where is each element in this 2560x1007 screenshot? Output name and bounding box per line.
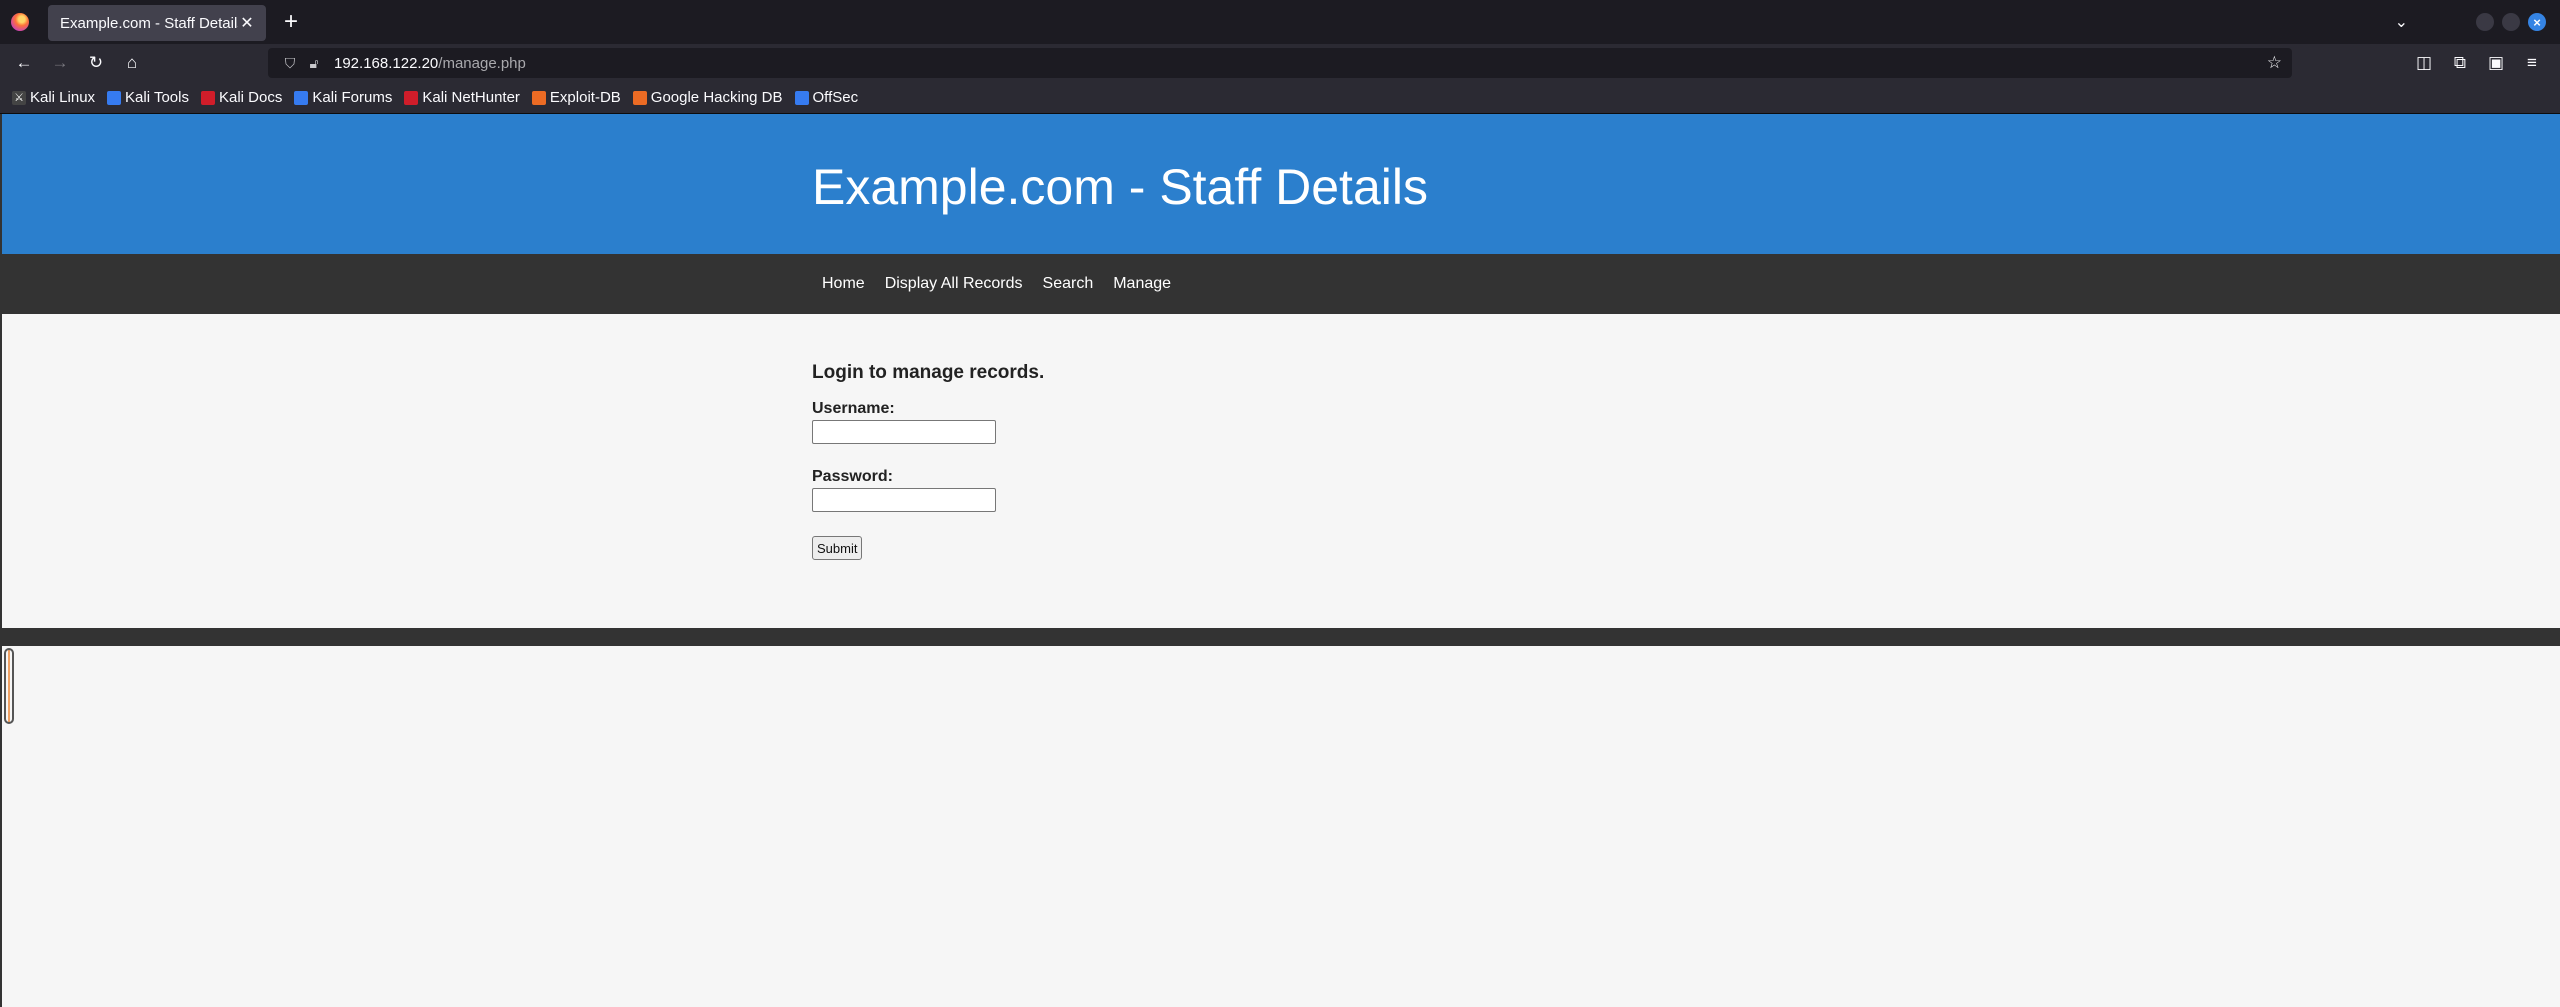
- exploit-db-icon: [531, 90, 546, 105]
- login-heading: Login to manage records.: [812, 362, 1045, 383]
- bookmark-label: Kali NetHunter: [422, 89, 520, 106]
- kali-linux-icon: ⚔: [12, 90, 26, 105]
- close-window-button[interactable]: ×: [2528, 13, 2546, 31]
- bookmark-label: Kali Linux: [30, 89, 96, 106]
- list-all-tabs-icon[interactable]: ⌄: [2395, 12, 2408, 32]
- back-arrow-icon[interactable]: ←: [6, 44, 42, 82]
- maximize-window-button[interactable]: [2502, 13, 2520, 31]
- url-path: /manage.php: [438, 54, 526, 72]
- menu-icon[interactable]: ≡: [2514, 44, 2550, 82]
- tab-title: Example.com - Staff Details: [60, 14, 238, 32]
- bookmark-kali-nethunter[interactable]: Kali NetHunter: [404, 89, 520, 106]
- bookmark-star-icon[interactable]: ☆: [2267, 53, 2282, 73]
- reload-icon[interactable]: ↻: [78, 44, 114, 82]
- firefox-icon[interactable]: [0, 0, 40, 44]
- offsec-icon: [794, 90, 809, 105]
- username-label: Username:: [812, 400, 895, 417]
- browser-tab[interactable]: Example.com - Staff Details ✕: [48, 5, 266, 41]
- bookmark-label: Exploit-DB: [549, 89, 621, 106]
- nav-link-home[interactable]: Home: [812, 275, 875, 293]
- kali-tools-icon: [107, 90, 122, 105]
- kali-forums-icon: [294, 90, 309, 105]
- site-header: Example.com - Staff Details: [2, 114, 2560, 254]
- bookmark-offsec[interactable]: OffSec: [794, 89, 859, 106]
- bookmark-label: Kali Tools: [125, 89, 189, 106]
- kali-docs-icon: [200, 90, 215, 105]
- bookmark-kali-forums[interactable]: Kali Forums: [294, 89, 392, 106]
- bookmark-label: Kali Docs: [218, 89, 283, 106]
- bookmark-label: Google Hacking DB: [650, 89, 783, 106]
- bookmark-label: Kali Forums: [312, 89, 393, 106]
- lock-icon[interactable]: 🔓︎: [302, 55, 326, 72]
- navigation-toolbar: ← → ↻ ⌂ ⛉ 🔓︎ 192.168.122.20/manage.php ☆…: [0, 44, 2560, 82]
- google-hacking-db-icon: [632, 90, 647, 105]
- forward-arrow-icon[interactable]: →: [42, 44, 78, 82]
- submit-button[interactable]: Submit: [812, 536, 863, 560]
- bookmarks-toolbar: ⚔ Kali Linux Kali Tools Kali Docs Kali Fo…: [0, 82, 2560, 114]
- bookmark-kali-linux[interactable]: ⚔ Kali Linux: [12, 89, 95, 106]
- bookmark-kali-docs[interactable]: Kali Docs: [200, 89, 283, 106]
- username-input[interactable]: [812, 420, 996, 444]
- password-label: Password:: [812, 468, 893, 485]
- profile-icon[interactable]: ▣: [2478, 44, 2514, 82]
- pocket-icon[interactable]: ◫: [2406, 44, 2442, 82]
- nav-link-search[interactable]: Search: [1033, 275, 1104, 293]
- password-input[interactable]: [812, 488, 996, 512]
- bookmark-exploit-db[interactable]: Exploit-DB: [531, 89, 621, 106]
- url-host: 192.168.122.20: [334, 54, 439, 72]
- url-bar[interactable]: ⛉ 🔓︎ 192.168.122.20/manage.php ☆: [268, 48, 2292, 78]
- site-footer: [2, 628, 2560, 646]
- kali-nethunter-icon: [404, 90, 419, 105]
- nav-link-manage[interactable]: Manage: [1103, 275, 1181, 293]
- new-tab-button[interactable]: +: [276, 10, 306, 34]
- shield-icon[interactable]: ⛉: [278, 55, 302, 72]
- close-tab-icon[interactable]: ✕: [238, 13, 256, 33]
- browser-tab-bar: Example.com - Staff Details ✕ + ⌄ ×: [0, 0, 2560, 44]
- minimize-window-button[interactable]: [2476, 13, 2494, 31]
- site-title: Example.com - Staff Details: [812, 159, 1428, 215]
- bookmark-google-hacking-db[interactable]: Google Hacking DB: [632, 89, 783, 106]
- home-icon[interactable]: ⌂: [114, 44, 150, 82]
- bookmark-label: OffSec: [812, 89, 859, 106]
- bookmark-kali-tools[interactable]: Kali Tools: [107, 89, 189, 106]
- nav-link-display-all-records[interactable]: Display All Records: [875, 275, 1033, 293]
- site-navigation: Home Display All Records Search Manage: [2, 254, 2560, 314]
- login-form: Login to manage records. Username: Passw…: [812, 362, 1044, 560]
- extensions-icon[interactable]: ⧉: [2442, 44, 2478, 82]
- resize-handle[interactable]: [4, 648, 14, 724]
- web-page: Example.com - Staff Details Home Display…: [0, 114, 2560, 1007]
